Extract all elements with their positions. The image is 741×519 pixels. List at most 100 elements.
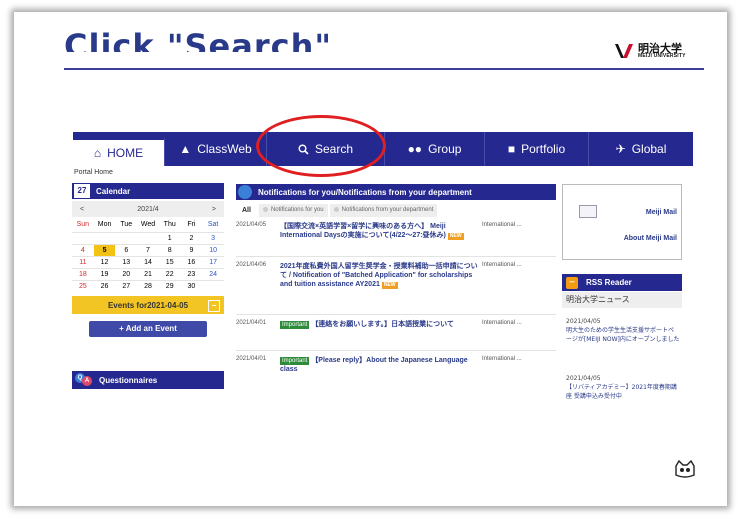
calendar-day[interactable]: 7 <box>137 244 159 256</box>
notification-title: 【連絡をお願いします。】日本語授業について <box>311 321 454 328</box>
calendar-day[interactable]: 20 <box>115 268 138 280</box>
rss-item[interactable]: 2021/04/05 明大生のための学生生活支援サポートページが[MEIJI N… <box>566 317 680 369</box>
calendar-prev-button[interactable]: < <box>80 206 84 213</box>
nav-search[interactable]: Search <box>267 132 385 166</box>
weekday-label: Fri <box>180 219 203 230</box>
notification-row[interactable]: 2021/04/01 Important 【連絡をお願いします。】日本語授業につ… <box>236 315 556 351</box>
tab-for-you-label: Notifications for you <box>270 207 324 213</box>
calendar-day[interactable]: 9 <box>180 244 203 256</box>
calendar-days-grid: 1 2 3 4 5 6 7 8 9 10 11 12 13 14 15 16 17 18 19 20 21 22 23 24 2… <box>72 232 224 292</box>
calendar-day[interactable]: 26 <box>93 280 116 292</box>
tab-from-department[interactable]: Notifications from your department <box>329 204 438 217</box>
rss-item-title[interactable]: 明大生のための学生生活支援サポートページが[MEIJI NOW]内にオープンしま… <box>566 326 680 344</box>
calendar-day[interactable]: 4 <box>72 244 94 256</box>
nav-group-label: Group <box>428 142 462 156</box>
weekday-label: Mon <box>93 219 116 230</box>
calendar-day[interactable]: 8 <box>158 244 181 256</box>
notification-date: 2021/04/06 <box>236 262 267 268</box>
tab-all[interactable]: All <box>236 204 257 217</box>
questionnaires-header[interactable]: Q A Questionnaires <box>72 371 224 389</box>
about-meiji-mail-link[interactable]: About Meiji Mail <box>624 235 677 242</box>
calendar-day[interactable]: 10 <box>202 244 224 256</box>
calendar-day[interactable]: 3 <box>202 232 224 244</box>
notification-title-cell[interactable]: Important 【連絡をお願いします。】日本語授業について <box>280 320 478 350</box>
notification-row[interactable]: 2021/04/01 Important 【Please reply】About… <box>236 351 556 385</box>
calendar-day[interactable]: 24 <box>202 268 224 280</box>
calendar-next-button[interactable]: > <box>212 206 216 213</box>
calendar-day[interactable]: 13 <box>115 256 138 268</box>
calendar-day[interactable]: 14 <box>137 256 159 268</box>
calendar-day[interactable]: 23 <box>180 268 203 280</box>
calendar-day[interactable]: 19 <box>93 268 116 280</box>
calendar-month-label: 2021/4 <box>137 205 159 213</box>
notification-title-cell[interactable]: 【国際交流×英語学習×留学に興味のある方へ】 Meiji Internation… <box>280 222 478 256</box>
radio-dot-icon <box>262 206 268 212</box>
calendar-day[interactable]: 17 <box>202 256 224 268</box>
nav-classweb-label: ClassWeb <box>197 142 252 156</box>
slide-title: Click "Search" <box>64 27 333 52</box>
nav-classweb[interactable]: ▲ ClassWeb <box>165 132 267 166</box>
nav-home[interactable]: ⌂ HOME <box>73 136 165 166</box>
nav-portfolio[interactable]: ■ Portfolio <box>485 132 589 166</box>
breadcrumb[interactable]: Portal Home <box>74 169 113 176</box>
calendar-day[interactable]: 1 <box>158 232 181 244</box>
calendar-day[interactable]: 2 <box>180 232 203 244</box>
rss-feed-title: 明治大学ニュース <box>562 292 682 308</box>
calendar-day[interactable]: 16 <box>180 256 203 268</box>
events-collapse-button[interactable]: − <box>208 300 220 312</box>
meiji-logo: 明治大学 MEIJI UNIVERSITY <box>614 42 686 60</box>
meiji-mail-link[interactable]: Meiji Mail <box>646 209 677 216</box>
calendar-day[interactable]: 27 <box>115 280 138 292</box>
calendar-day[interactable]: 29 <box>158 280 181 292</box>
rss-item-date: 2021/04/05 <box>566 375 601 382</box>
questionnaires-label: Questionnaires <box>99 375 158 385</box>
notification-title: 2021年度私費外国人留学生奨学金・授業料補助一括申請について / Notifi… <box>280 263 478 288</box>
notification-row[interactable]: 2021/04/05 【国際交流×英語学習×留学に興味のある方へ】 Meiji … <box>236 217 556 257</box>
calendar-day <box>137 232 159 244</box>
calendar-header: 27 Calendar <box>72 183 224 199</box>
notification-category: International ... <box>482 262 522 268</box>
calendar-day[interactable]: 22 <box>158 268 181 280</box>
calendar-day[interactable]: 30 <box>180 280 203 292</box>
notification-date: 2021/04/01 <box>236 356 267 362</box>
calendar-day[interactable]: 6 <box>115 244 138 256</box>
calendar-day[interactable]: 18 <box>72 268 94 280</box>
notification-title-cell[interactable]: 2021年度私費外国人留学生奨学金・授業料補助一括申請について / Notifi… <box>280 262 478 314</box>
nav-global[interactable]: ✈ Global <box>589 132 693 166</box>
notification-row[interactable]: 2021/04/06 2021年度私費外国人留学生奨学金・授業料補助一括申請につ… <box>236 257 556 315</box>
tab-for-you[interactable]: Notifications for you <box>258 204 328 217</box>
calendar-day <box>202 280 224 292</box>
rss-item-date: 2021/04/05 <box>566 318 601 325</box>
home-icon: ⌂ <box>93 146 102 160</box>
calendar-day[interactable]: 15 <box>158 256 181 268</box>
calendar-title: Calendar <box>96 186 131 196</box>
calendar-day[interactable]: 28 <box>137 280 159 292</box>
calendar-day[interactable]: 21 <box>137 268 159 280</box>
search-icon <box>298 144 309 155</box>
title-divider <box>64 68 704 70</box>
calendar-month-nav: < 2021/4 > <box>72 201 224 217</box>
meiji-logo-mark-icon <box>615 44 633 58</box>
calendar-day <box>93 232 116 244</box>
mortarboard-icon: ▲ <box>179 142 192 156</box>
tab-from-department-label: Notifications from your department <box>341 207 434 213</box>
calendar-day[interactable]: 25 <box>72 280 94 292</box>
add-event-button[interactable]: + Add an Event <box>89 321 207 337</box>
notification-category: International ... <box>482 320 522 326</box>
logo-en-text: MEIJI UNIVERSITY <box>638 53 686 59</box>
calendar-weekday-row: Sun Mon Tue Wed Thu Fri Sat <box>72 219 224 230</box>
new-badge: NEW <box>447 233 464 240</box>
questionnaire-icon: Q A <box>75 373 93 387</box>
rss-item-title[interactable]: 【リバティアカデミー】2021年度春期講座 受講申込み受付中 <box>566 383 680 399</box>
notification-title-cell[interactable]: Important 【Please reply】About the Japane… <box>280 356 478 385</box>
notifications-title: Notifications for you/Notifications from… <box>258 187 472 197</box>
events-label: Events for2021-04-05 <box>107 300 189 310</box>
nav-global-label: Global <box>631 142 667 156</box>
rss-item[interactable]: 2021/04/05 【リバティアカデミー】2021年度春期講座 受講申込み受付… <box>566 374 680 399</box>
nav-group[interactable]: ●● Group <box>385 132 485 166</box>
events-bar: Events for2021-04-05 − <box>72 296 224 314</box>
calendar-day[interactable]: 5 <box>93 244 116 256</box>
envelope-icon <box>579 205 597 218</box>
calendar-day[interactable]: 11 <box>72 256 94 268</box>
calendar-day[interactable]: 12 <box>93 256 116 268</box>
